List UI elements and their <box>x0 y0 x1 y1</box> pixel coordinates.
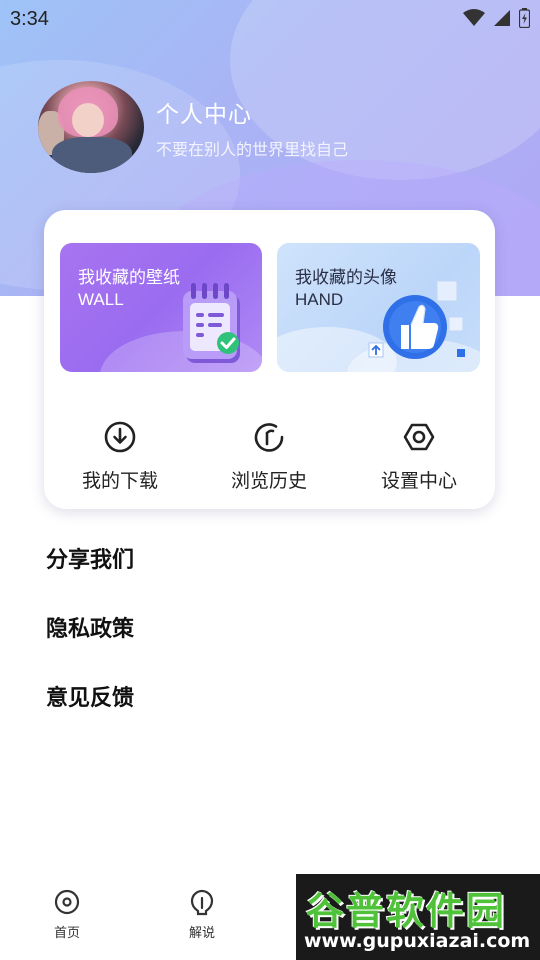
watermark-url: www.gupuxiazai.com <box>304 930 531 952</box>
status-bar: 3:34 <box>0 0 540 38</box>
browse-history-button[interactable]: 浏览历史 <box>209 420 329 493</box>
settings-icon <box>403 423 435 451</box>
status-icons <box>463 8 530 28</box>
cellular-signal-icon <box>494 10 510 26</box>
home-icon <box>54 889 80 915</box>
menu-item-share[interactable]: 分享我们 <box>46 543 134 612</box>
avatar-collection-tile[interactable]: 我收藏的头像 HAND <box>277 243 480 372</box>
tab-label: 解说 <box>188 926 215 941</box>
quick-action-label: 设置中心 <box>380 470 457 492</box>
explain-icon <box>190 889 214 916</box>
battery-charging-icon <box>519 8 530 28</box>
avatar-detail <box>72 103 104 137</box>
user-avatar[interactable] <box>38 81 144 173</box>
collections-card: 我收藏的壁纸 WALL 我收藏的头像 HAND 我的下载 浏览历史 设置中心 <box>44 210 495 509</box>
site-watermark: 谷普软件园 www.gupuxiazai.com <box>296 874 540 960</box>
tab-home[interactable]: 首页 <box>37 888 97 941</box>
settings-menu-list: 分享我们 隐私政策 意见反馈 <box>46 543 134 750</box>
quick-action-label: 我的下载 <box>81 470 158 492</box>
profile-motto: 不要在别人的世界里找自己 <box>156 140 349 159</box>
notepad-check-icon <box>183 283 240 363</box>
my-downloads-button[interactable]: 我的下载 <box>60 420 180 493</box>
watermark-title: 谷普软件园 <box>306 889 507 933</box>
avatar-detail <box>52 137 132 173</box>
tile-subtitle: HAND <box>295 290 344 309</box>
profile-title: 个人中心 <box>156 102 252 128</box>
menu-item-privacy-policy[interactable]: 隐私政策 <box>46 612 134 681</box>
history-icon <box>254 423 284 452</box>
settings-center-button[interactable]: 设置中心 <box>359 420 479 493</box>
status-time: 3:34 <box>10 8 49 30</box>
thumbs-up-badge-icon <box>368 280 465 359</box>
wifi-icon <box>463 9 485 26</box>
tile-subtitle: WALL <box>78 290 124 309</box>
tab-label: 首页 <box>53 926 80 941</box>
quick-action-label: 浏览历史 <box>230 470 307 492</box>
tile-title: 我收藏的壁纸 <box>78 268 180 288</box>
wallpaper-collection-tile[interactable]: 我收藏的壁纸 WALL <box>60 243 262 372</box>
download-circle-icon <box>104 421 136 453</box>
tab-explain[interactable]: 解说 <box>172 888 232 941</box>
menu-item-feedback[interactable]: 意见反馈 <box>46 681 134 750</box>
